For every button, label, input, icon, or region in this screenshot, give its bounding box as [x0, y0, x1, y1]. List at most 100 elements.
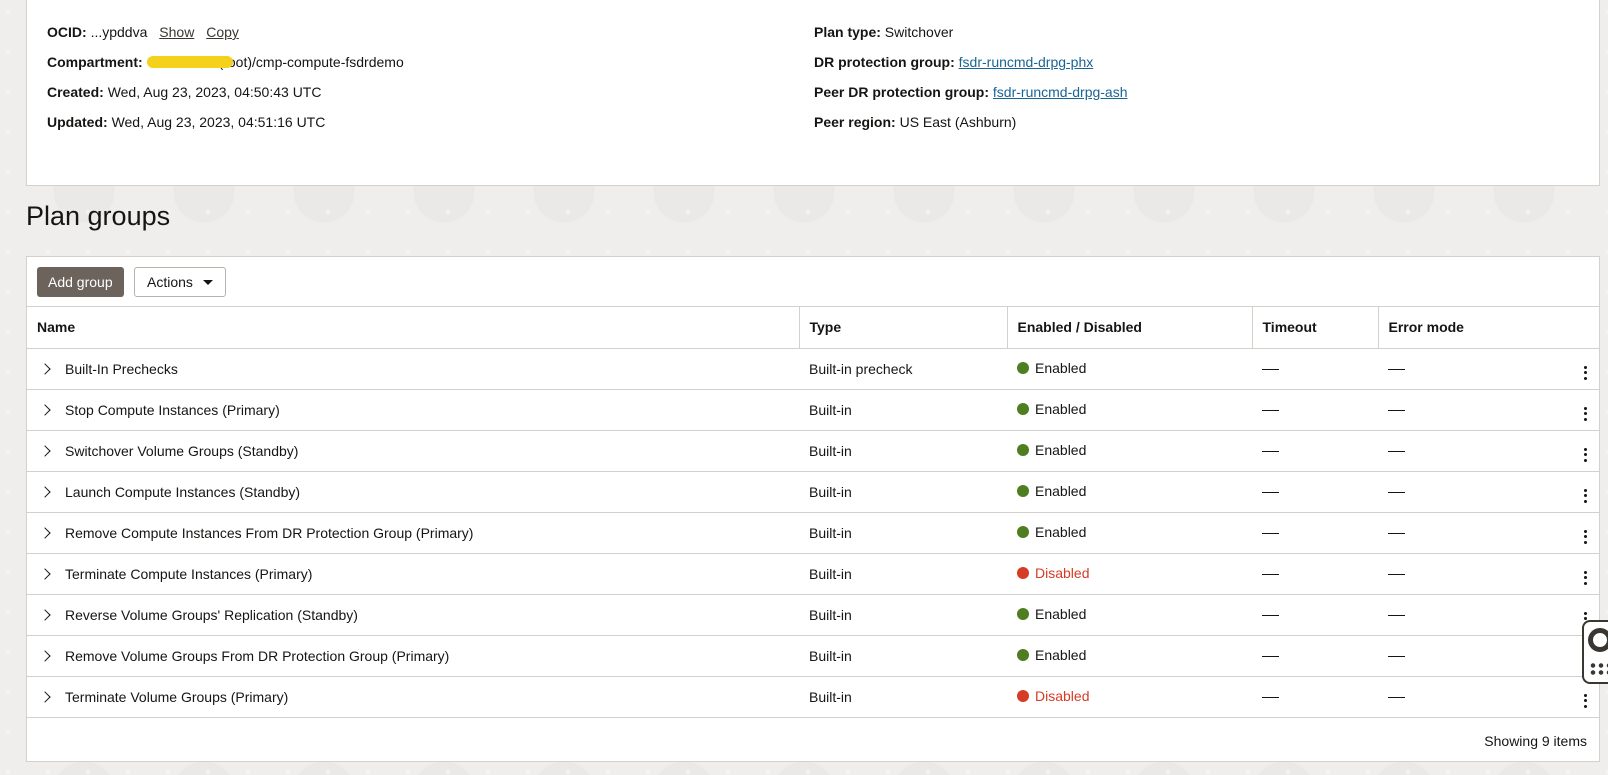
chevron-right-icon[interactable] — [39, 567, 51, 580]
type-cell: Built-in — [799, 430, 1007, 472]
error-mode-cell — [1378, 348, 1528, 390]
empty-value-dash — [1262, 697, 1279, 699]
column-header-type[interactable]: Type — [799, 307, 1008, 349]
status-badge: Enabled — [1017, 606, 1086, 622]
plan-group-name: Terminate Volume Groups (Primary) — [65, 688, 289, 705]
enabled-status-icon — [1017, 403, 1029, 415]
error-mode-cell — [1378, 389, 1528, 431]
row-actions-cell — [1528, 512, 1599, 554]
type-cell: Built-in — [799, 676, 1007, 718]
kebab-menu-icon[interactable] — [1580, 364, 1591, 382]
actions-dropdown-button[interactable]: Actions — [134, 267, 226, 297]
table-row: Remove Volume Groups From DR Protection … — [27, 635, 1599, 677]
type-cell: Built-in — [799, 553, 1007, 595]
drag-grip-icon[interactable] — [1589, 662, 1608, 676]
timeout-cell — [1252, 635, 1378, 677]
row-actions-cell — [1528, 348, 1599, 390]
chevron-right-icon[interactable] — [39, 608, 51, 621]
redacted-mark — [146, 56, 233, 69]
chevron-right-icon[interactable] — [39, 649, 51, 662]
kebab-menu-icon[interactable] — [1580, 405, 1591, 423]
empty-value-dash — [1262, 656, 1279, 658]
page-section-title: Plan groups — [26, 201, 171, 231]
status-cell: Enabled — [1007, 512, 1252, 554]
column-header-enabled-disabled[interactable]: Enabled / Disabled — [1007, 307, 1253, 349]
plan-type-label: Plan type: — [814, 24, 881, 40]
chevron-right-icon[interactable] — [39, 690, 51, 703]
column-header-error-mode[interactable]: Error mode — [1378, 307, 1528, 349]
ocid-show-link[interactable]: Show — [159, 24, 194, 40]
help-widget[interactable] — [1582, 620, 1608, 684]
chevron-right-icon[interactable] — [39, 526, 51, 539]
chevron-right-icon[interactable] — [39, 444, 51, 457]
updated-value: Wed, Aug 23, 2023, 04:51:16 UTC — [111, 114, 326, 130]
empty-value-dash — [1388, 656, 1405, 658]
chevron-right-icon[interactable] — [39, 485, 51, 498]
plan-group-name: Launch Compute Instances (Standby) — [65, 483, 301, 500]
timeout-cell — [1252, 389, 1378, 431]
created-value: Wed, Aug 23, 2023, 04:50:43 UTC — [107, 84, 322, 100]
row-actions-cell — [1528, 553, 1599, 595]
plan-groups-table: Name Type Enabled / Disabled Timeout Err… — [27, 307, 1599, 718]
plan-group-name: Remove Compute Instances From DR Protect… — [65, 524, 474, 541]
error-mode-cell — [1378, 635, 1528, 677]
dr-protection-group-row: DR protection group: fsdr-runcmd-drpg-ph… — [814, 52, 1128, 82]
peer-dr-protection-group-link[interactable]: fsdr-runcmd-drpg-ash — [993, 84, 1128, 100]
actions-label: Actions — [147, 274, 193, 290]
kebab-menu-icon[interactable] — [1580, 528, 1591, 546]
type-cell: Built-in — [799, 512, 1007, 554]
column-header-timeout[interactable]: Timeout — [1252, 307, 1379, 349]
details-right-column: Plan type: Switchover DR protection grou… — [814, 22, 1128, 142]
plan-details-panel: OCID: ...ypddva Show Copy Compartment: (… — [26, 0, 1600, 186]
type-cell: Built-in precheck — [799, 348, 1007, 390]
ocid-label: OCID: — [47, 24, 87, 40]
status-label: Enabled — [1035, 360, 1087, 376]
items-count: Showing 9 items — [1484, 733, 1587, 749]
column-header-name[interactable]: Name — [27, 307, 800, 349]
dr-protection-group-link[interactable]: fsdr-runcmd-drpg-phx — [959, 54, 1094, 70]
compartment-label: Compartment: — [47, 54, 143, 70]
name-cell: Remove Compute Instances From DR Protect… — [27, 512, 799, 554]
table-toolbar: Add group Actions — [27, 257, 1599, 307]
peer-region-label: Peer region: — [814, 114, 896, 130]
kebab-menu-icon[interactable] — [1580, 446, 1591, 464]
add-group-button[interactable]: Add group — [37, 267, 124, 297]
status-badge: Enabled — [1017, 483, 1086, 499]
status-label: Enabled — [1035, 647, 1087, 663]
kebab-menu-icon[interactable] — [1580, 692, 1591, 710]
status-label: Enabled — [1035, 442, 1087, 458]
name-cell: Terminate Compute Instances (Primary) — [27, 553, 799, 595]
empty-value-dash — [1262, 451, 1279, 453]
status-badge: Enabled — [1017, 360, 1086, 376]
status-label: Enabled — [1035, 401, 1087, 417]
table-row: Stop Compute Instances (Primary) Built-i… — [27, 389, 1599, 431]
kebab-menu-icon[interactable] — [1580, 487, 1591, 505]
kebab-menu-icon[interactable] — [1580, 569, 1591, 587]
error-mode-cell — [1378, 430, 1528, 472]
name-cell: Stop Compute Instances (Primary) — [27, 389, 799, 431]
name-cell: Remove Volume Groups From DR Protection … — [27, 635, 799, 677]
timeout-cell — [1252, 430, 1378, 472]
plan-group-name: Built-In Prechecks — [65, 360, 178, 377]
row-actions-cell — [1528, 471, 1599, 513]
dr-protection-group-label: DR protection group: — [814, 54, 955, 70]
type-cell: Built-in — [799, 594, 1007, 636]
empty-value-dash — [1388, 574, 1405, 576]
chevron-right-icon[interactable] — [39, 362, 51, 375]
empty-value-dash — [1262, 574, 1279, 576]
plan-group-name: Remove Volume Groups From DR Protection … — [65, 647, 450, 664]
status-cell: Disabled — [1007, 553, 1252, 595]
status-label: Enabled — [1035, 606, 1087, 622]
status-badge: Enabled — [1017, 524, 1086, 540]
empty-value-dash — [1388, 410, 1405, 412]
status-cell: Enabled — [1007, 594, 1252, 636]
type-cell: Built-in — [799, 471, 1007, 513]
empty-value-dash — [1388, 369, 1405, 371]
status-badge: Enabled — [1017, 401, 1086, 417]
created-label: Created: — [47, 84, 104, 100]
plan-group-name: Reverse Volume Groups' Replication (Stan… — [65, 606, 358, 623]
table-row: Terminate Volume Groups (Primary) Built-… — [27, 676, 1599, 718]
chevron-right-icon[interactable] — [39, 403, 51, 416]
ocid-copy-link[interactable]: Copy — [206, 24, 239, 40]
plan-type-value: Switchover — [884, 24, 954, 40]
